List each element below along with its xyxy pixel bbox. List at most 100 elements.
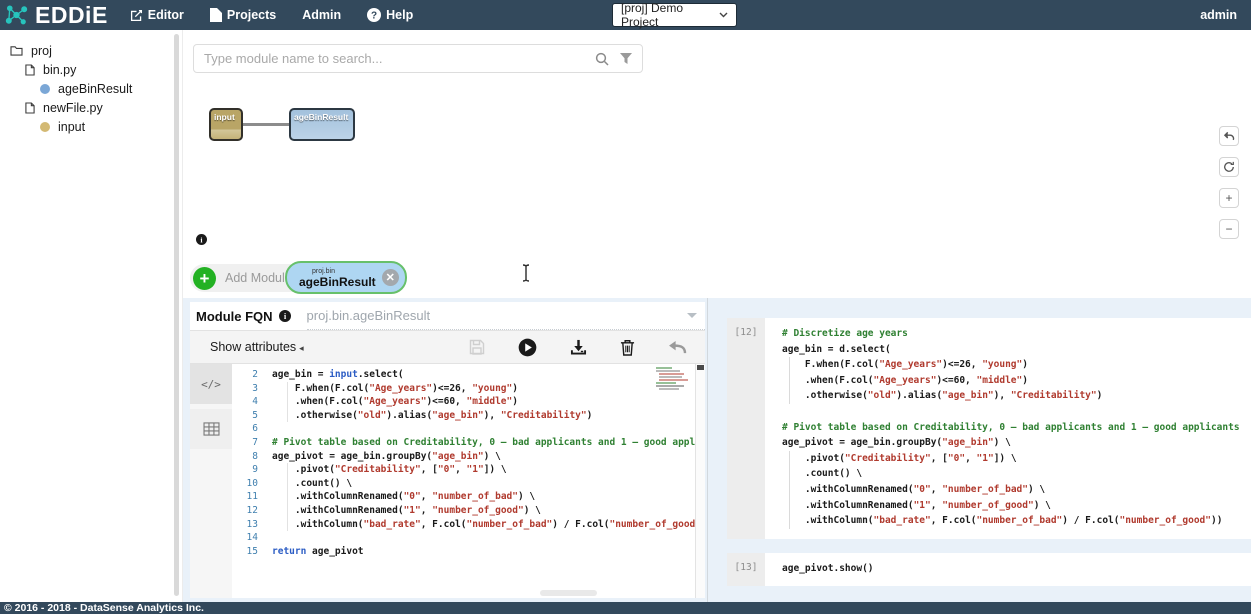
undo-button[interactable] [668,340,687,355]
code-line[interactable]: 3 F.when(F.col("Age_years")<=26, "young"… [232,382,705,396]
nav-item-projects[interactable]: Projects [210,8,276,22]
undo-button[interactable] [1219,126,1239,146]
nav-menu: Editor Projects Admin ? Help [130,8,413,22]
indent-guide [287,477,288,491]
tab-agebinresult[interactable]: proj.bin ageBinResult ✕ [285,261,407,294]
code-line[interactable]: 9 .pivot("Creditability", ["0", "1"]) \ [232,463,705,477]
code-line[interactable]: 4 .when(F.col("Age_years")<=60, "middle"… [232,395,705,409]
tree-item-agebinresult[interactable]: ageBinResult [0,79,182,98]
sidebar-scrollbar[interactable] [174,34,179,596]
line-number: 5 [232,409,266,423]
module-fqn-select[interactable]: proj.bin.ageBinResult [307,302,705,330]
tree-item-proj[interactable]: proj [0,41,182,60]
zoom-in-button[interactable]: + [1219,188,1239,208]
nav-item-editor[interactable]: Editor [130,8,184,22]
cell-execution-label: [13] [727,553,765,587]
brand[interactable]: EDDiE [4,3,108,27]
refresh-button[interactable] [1219,157,1239,177]
cell-code-line: # Pivot table based on Creditability, 0 … [782,420,1251,436]
table-view-button[interactable] [190,409,232,449]
nav-label: Help [386,8,413,22]
indent-guide [287,395,288,409]
code-line[interactable]: 7# Pivot table based on Creditability, 0… [232,436,705,450]
cell-code-line: age_pivot.show() [782,561,1251,577]
show-attributes-toggle[interactable]: Show attributes◂ [210,340,304,354]
code-line[interactable]: 11 .withColumnRenamed("0", "number_of_ba… [232,490,705,504]
code-line[interactable]: 14 [232,531,705,545]
tree-item-newfile-py[interactable]: newFile.py [0,98,182,117]
module-search-input[interactable] [204,51,595,66]
bottom-region: Module FQN i proj.bin.ageBinResult Show … [183,298,1251,602]
projects-file-icon [210,8,222,22]
module-fqn-label: Module FQN [196,309,273,324]
cell-code-line: .pivot("Creditability", ["0", "1"]) \ [782,451,1251,467]
module-fqn-row: Module FQN i proj.bin.ageBinResult [190,302,705,330]
notebook-cell-13[interactable]: [13] age_pivot.show() [727,553,1251,587]
tree-item-input[interactable]: input [0,117,182,136]
file-tree-sidebar: projbin.py ageBinResult newFile.pyinput [0,30,183,602]
cell-code-line: .otherwise("old").alias("age_bin"), "Cre… [782,388,1251,404]
svg-text:?: ? [371,11,377,22]
code-editor[interactable]: </> 2age_bin = input.select(3 F.when(F.c… [190,364,705,598]
graph-node-input[interactable]: input [209,108,243,141]
text-cursor [520,263,532,283]
code-line[interactable]: 5 .otherwise("old").alias("age_bin"), "C… [232,409,705,423]
indent-guide [789,513,790,529]
editor-toolbar: Show attributes◂ [190,330,705,364]
graph-node-agebinresult[interactable]: ageBinResult [289,108,355,141]
chevron-down-icon [719,12,728,18]
cell-code[interactable]: age_pivot.show() [765,553,1251,587]
help-question-icon: ? [367,8,381,22]
filter-funnel-icon[interactable] [620,53,632,65]
canvas-controls: + − [1219,126,1239,239]
tree-item-bin-py[interactable]: bin.py [0,60,182,79]
close-tab-icon[interactable]: ✕ [382,269,399,286]
editor-vertical-scrollbar[interactable] [695,364,705,598]
file-tree: projbin.py ageBinResult newFile.pyinput [0,41,182,136]
project-selector-dropdown[interactable]: [proj] Demo Project [612,3,737,27]
notebook-cell-12[interactable]: [12]# Discretize age yearsage_bin = d.se… [727,318,1251,539]
code-line[interactable]: 15return age_pivot [232,545,705,559]
cell-code-line: age_bin = d.select( [782,342,1251,358]
nav-item-admin[interactable]: Admin [302,8,341,22]
code-view-button[interactable]: </> [190,364,232,404]
indent-guide [789,357,790,373]
cell-code-line: .when(F.col("Age_years")<=60, "middle") [782,373,1251,389]
run-button[interactable] [518,338,537,357]
cell-code-line: .withColumnRenamed("0", "number_of_bad")… [782,482,1251,498]
cell-code[interactable]: # Discretize age yearsage_bin = d.select… [765,318,1251,539]
brand-text: EDDiE [35,4,108,27]
indent-guide [287,504,288,518]
search-icon[interactable] [595,52,609,66]
tree-item-label: ageBinResult [58,82,132,96]
editor-horizontal-scrollbar[interactable] [540,590,597,596]
module-graph-canvas[interactable]: input ageBinResult i + − [183,30,1251,258]
code-text: .otherwise("old").alias("age_bin"), "Cre… [266,409,592,423]
info-icon[interactable]: i [196,234,207,245]
cell-code-line: age_pivot = age_bin.groupBy("age_bin") \ [782,435,1251,451]
code-line[interactable]: 8age_pivot = age_bin.groupBy("age_bin") … [232,450,705,464]
code-line[interactable]: 12 .withColumnRenamed("1", "number_of_go… [232,504,705,518]
indent-guide [789,388,790,404]
info-icon[interactable]: i [279,310,291,322]
download-button[interactable] [570,339,587,355]
editor-minimap[interactable] [654,366,694,394]
code-line[interactable]: 6 [232,422,705,436]
code-line[interactable]: 10 .count() \ [232,477,705,491]
indent-guide [287,490,288,504]
code-line[interactable]: 13 .withColumn("bad_rate", F.col("number… [232,518,705,532]
line-number: 9 [232,463,266,477]
module-editor-panel: Module FQN i proj.bin.ageBinResult Show … [190,302,705,598]
zoom-out-button[interactable]: − [1219,219,1239,239]
cell-code-line: F.when(F.col("Age_years")<=26, "young") [782,357,1251,373]
footer-bar: © 2016 - 2018 - DataSense Analytics Inc. [0,602,1251,614]
scrollbar-thumb[interactable] [697,365,704,370]
tab-namespace: proj.bin [299,268,376,275]
user-menu[interactable]: admin [1200,0,1237,30]
nav-label: Editor [148,8,184,22]
delete-button[interactable] [620,339,635,356]
indent-guide [789,373,790,389]
save-button[interactable] [469,339,485,355]
code-line[interactable]: 2age_bin = input.select( [232,368,705,382]
nav-item-help[interactable]: ? Help [367,8,413,22]
